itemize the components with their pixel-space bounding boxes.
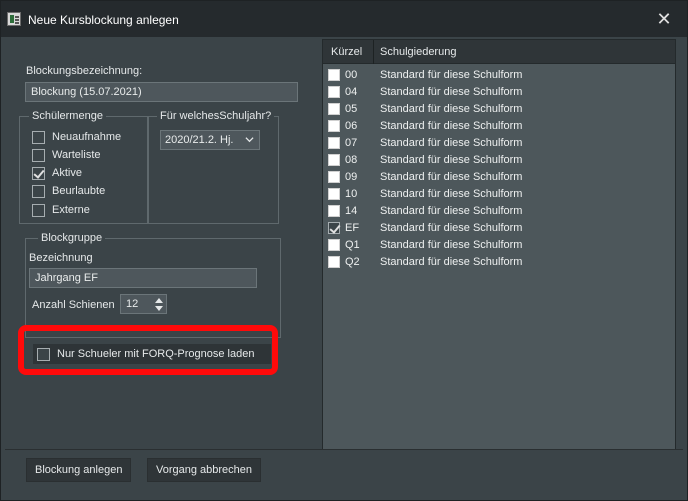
checkbox-aktive[interactable]: [32, 166, 45, 180]
row-code: EF: [345, 222, 360, 234]
bezeichnung-label: Bezeichnung: [29, 252, 93, 264]
list-item[interactable]: 07 Standard für diese Schulform: [323, 135, 675, 152]
row-desc: Standard für diese Schulform: [380, 103, 523, 115]
list-item[interactable]: EF Standard für diese Schulform: [323, 220, 675, 237]
highlight-box: [18, 325, 278, 375]
list-item[interactable]: 10 Standard für diese Schulform: [323, 186, 675, 203]
row-checkbox[interactable]: [328, 188, 340, 200]
row-desc: Standard für diese Schulform: [380, 69, 523, 81]
row-checkbox[interactable]: [328, 205, 340, 217]
list-item[interactable]: Q1 Standard für diese Schulform: [323, 237, 675, 254]
title-bar[interactable]: Neue Kursblockung anlegen ✕: [1, 1, 687, 37]
column-separator[interactable]: [373, 40, 374, 64]
option-label: Externe: [52, 204, 90, 216]
list-header: Kürzel Schulgiederung: [323, 40, 675, 64]
option-label: Warteliste: [52, 149, 101, 161]
row-desc: Standard für diese Schulform: [380, 154, 523, 166]
list-item[interactable]: 04 Standard für diese Schulform: [323, 84, 675, 101]
row-checkbox[interactable]: [328, 69, 340, 81]
row-code: Q2: [345, 256, 360, 268]
row-code: 00: [345, 69, 358, 81]
row-checkbox[interactable]: [328, 222, 340, 234]
blockgruppe-title: Blockgruppe: [38, 232, 106, 244]
row-checkbox[interactable]: [328, 154, 340, 166]
option-beurlaubte[interactable]: Beurlaubte: [32, 183, 105, 199]
row-checkbox[interactable]: [328, 120, 340, 132]
anzahl-schienen-label: Anzahl Schienen: [32, 299, 115, 311]
row-desc: Standard für diese Schulform: [380, 86, 523, 98]
row-checkbox[interactable]: [328, 171, 340, 183]
anzahl-schienen-spinner[interactable]: 12: [120, 294, 167, 314]
option-neuaufnahme[interactable]: Neuaufnahme: [32, 129, 121, 145]
blockungsbezeichnung-field[interactable]: Blockung (15.07.2021): [25, 82, 298, 102]
row-code: 06: [345, 120, 358, 132]
checkbox-neuaufnahme[interactable]: [32, 130, 45, 144]
row-desc: Standard für diese Schulform: [380, 137, 523, 149]
checkbox-externe[interactable]: [32, 203, 45, 217]
chevron-down-icon: [245, 137, 254, 143]
dialog-window: Neue Kursblockung anlegen ✕ Blockungsbez…: [0, 0, 688, 501]
anzahl-schienen-value: 12: [126, 298, 139, 310]
row-code: 09: [345, 171, 358, 183]
option-label: Aktive: [52, 167, 82, 179]
list-item[interactable]: 05 Standard für diese Schulform: [323, 101, 675, 118]
column-header-kuerzel[interactable]: Kürzel: [331, 46, 362, 58]
row-code: 05: [345, 103, 358, 115]
row-code: 14: [345, 205, 358, 217]
schuljahr-title: Für welchesSchuljahr?: [157, 110, 275, 122]
row-desc: Standard für diese Schulform: [380, 188, 523, 200]
schuelermenge-title: Schülermenge: [29, 110, 106, 122]
checkbox-beurlaubte[interactable]: [32, 184, 45, 198]
row-checkbox[interactable]: [328, 239, 340, 251]
dialog-body: Blockungsbezeichnung: Blockung (15.07.20…: [5, 37, 683, 499]
button-bar: Blockung anlegen Vorgang abbrechen: [5, 449, 683, 497]
row-desc: Standard für diese Schulform: [380, 222, 523, 234]
option-label: Beurlaubte: [52, 185, 106, 197]
spinner-arrows-icon[interactable]: [154, 297, 164, 312]
bezeichnung-field[interactable]: Jahrgang EF: [29, 268, 257, 288]
row-desc: Standard für diese Schulform: [380, 239, 523, 251]
row-desc: Standard für diese Schulform: [380, 256, 523, 268]
row-checkbox[interactable]: [328, 86, 340, 98]
option-warteliste[interactable]: Warteliste: [32, 147, 101, 163]
list-item[interactable]: 06 Standard für diese Schulform: [323, 118, 675, 135]
schuljahr-selected: 2020/21.2. Hj.: [165, 134, 234, 146]
row-checkbox[interactable]: [328, 103, 340, 115]
list-item[interactable]: 08 Standard für diese Schulform: [323, 152, 675, 169]
row-code: 10: [345, 188, 358, 200]
window-title: Neue Kursblockung anlegen: [28, 13, 179, 27]
row-checkbox[interactable]: [328, 137, 340, 149]
row-code: Q1: [345, 239, 360, 251]
row-code: 07: [345, 137, 358, 149]
option-label: Neuaufnahme: [52, 131, 122, 143]
list-item[interactable]: Q2 Standard für diese Schulform: [323, 254, 675, 271]
option-externe[interactable]: Externe: [32, 202, 90, 218]
row-code: 08: [345, 154, 358, 166]
row-code: 04: [345, 86, 358, 98]
row-checkbox[interactable]: [328, 256, 340, 268]
row-desc: Standard für diese Schulform: [380, 171, 523, 183]
app-table-icon: [7, 12, 21, 26]
schulgliederung-list[interactable]: Kürzel Schulgiederung 00 Standard für di…: [322, 39, 676, 451]
create-blockung-button[interactable]: Blockung anlegen: [26, 458, 132, 482]
checkbox-warteliste[interactable]: [32, 148, 45, 162]
blockungsbezeichnung-label: Blockungsbezeichnung:: [26, 65, 143, 77]
row-desc: Standard für diese Schulform: [380, 120, 523, 132]
list-item[interactable]: 09 Standard für diese Schulform: [323, 169, 675, 186]
close-icon[interactable]: ✕: [655, 10, 673, 28]
cancel-button[interactable]: Vorgang abbrechen: [147, 458, 262, 482]
list-item[interactable]: 00 Standard für diese Schulform: [323, 67, 675, 84]
schuljahr-select[interactable]: 2020/21.2. Hj.: [160, 130, 260, 150]
option-aktive[interactable]: Aktive: [32, 165, 82, 181]
row-desc: Standard für diese Schulform: [380, 205, 523, 217]
list-item[interactable]: 14 Standard für diese Schulform: [323, 203, 675, 220]
column-header-schulgliederung[interactable]: Schulgiederung: [380, 46, 456, 58]
